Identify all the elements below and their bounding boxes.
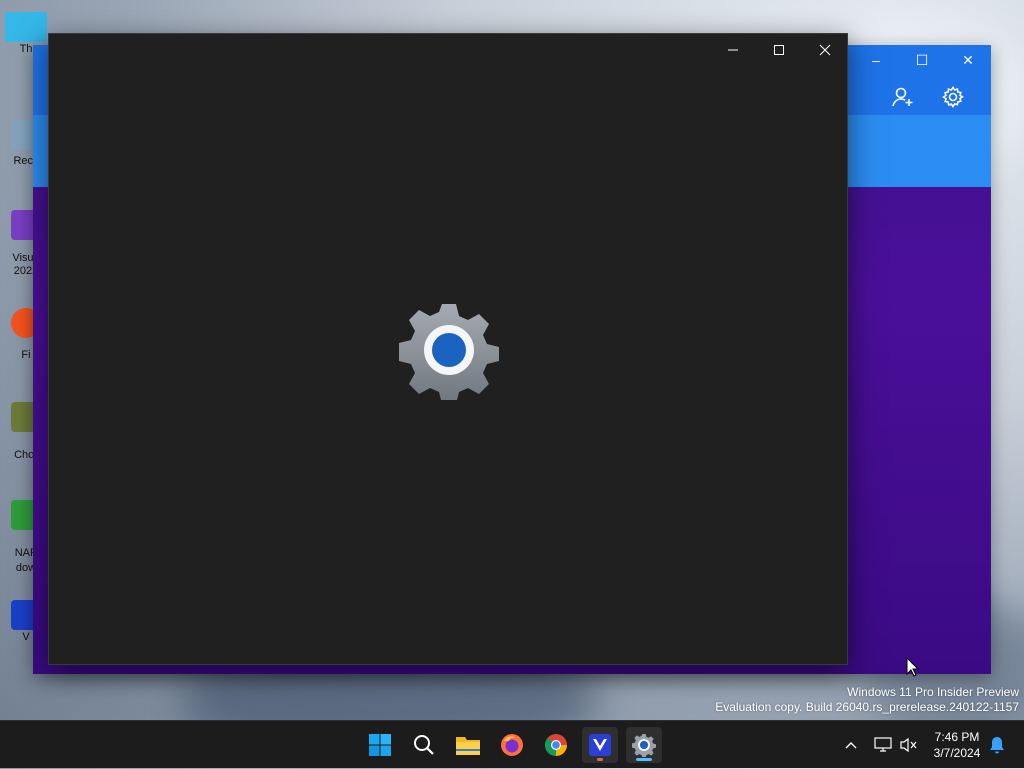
start-button[interactable] — [362, 727, 398, 763]
clock-time: 7:46 PM — [934, 730, 980, 744]
taskbar-search-button[interactable] — [406, 727, 442, 763]
volume-button[interactable] — [898, 721, 920, 769]
notification-bell-icon — [990, 737, 1004, 754]
maximize-icon — [774, 45, 784, 55]
active-indicator — [636, 758, 652, 761]
settings-splash-icon — [399, 300, 499, 404]
mouse-cursor — [906, 656, 920, 682]
network-status-button[interactable] — [872, 721, 894, 769]
background-close-button[interactable]: ✕ — [945, 45, 991, 75]
minimize-icon — [728, 49, 738, 51]
windows-start-icon — [369, 734, 391, 756]
volume-muted-icon — [900, 737, 917, 753]
maximize-button[interactable] — [756, 34, 802, 66]
folder-icon — [456, 737, 480, 755]
taskbar-v-app[interactable] — [582, 727, 618, 763]
notification-center-button[interactable] — [986, 721, 1008, 769]
settings-window[interactable] — [48, 33, 848, 665]
taskbar-file-explorer[interactable] — [450, 727, 486, 763]
settings-gear-icon — [399, 304, 499, 404]
windows-build-watermark: Windows 11 Pro Insider Preview Evaluatio… — [715, 685, 1019, 715]
v-app-icon — [589, 734, 611, 756]
taskbar-clock[interactable]: 7:46 PM 3/7/2024 — [924, 729, 990, 761]
close-icon — [819, 44, 831, 56]
clock-date: 3/7/2024 — [933, 746, 981, 760]
taskbar-settings[interactable] — [626, 727, 662, 763]
taskbar-firefox[interactable] — [494, 727, 530, 763]
running-indicator — [597, 758, 603, 761]
close-button[interactable] — [802, 34, 848, 66]
background-minimize-button[interactable]: – — [853, 45, 899, 75]
show-hidden-icons-button[interactable] — [840, 721, 862, 769]
settings-gear-icon — [632, 733, 656, 757]
taskbar: 7:46 PM 3/7/2024 — [0, 720, 1024, 768]
chrome-icon — [545, 734, 567, 756]
monitor-icon — [5, 12, 47, 42]
search-icon — [414, 735, 434, 755]
chevron-up-icon — [845, 742, 857, 749]
watermark-edition: Windows 11 Pro Insider Preview — [847, 685, 1019, 699]
watermark-build: Evaluation copy. Build 26040.rs_prerelea… — [715, 700, 1019, 714]
add-account-icon[interactable] — [889, 83, 917, 111]
network-icon — [874, 737, 892, 752]
firefox-icon — [501, 734, 523, 756]
settings-gear-icon[interactable] — [939, 83, 967, 111]
taskbar-chrome[interactable] — [538, 727, 574, 763]
background-maximize-button[interactable]: ☐ — [899, 45, 945, 75]
minimize-button[interactable] — [710, 34, 756, 66]
